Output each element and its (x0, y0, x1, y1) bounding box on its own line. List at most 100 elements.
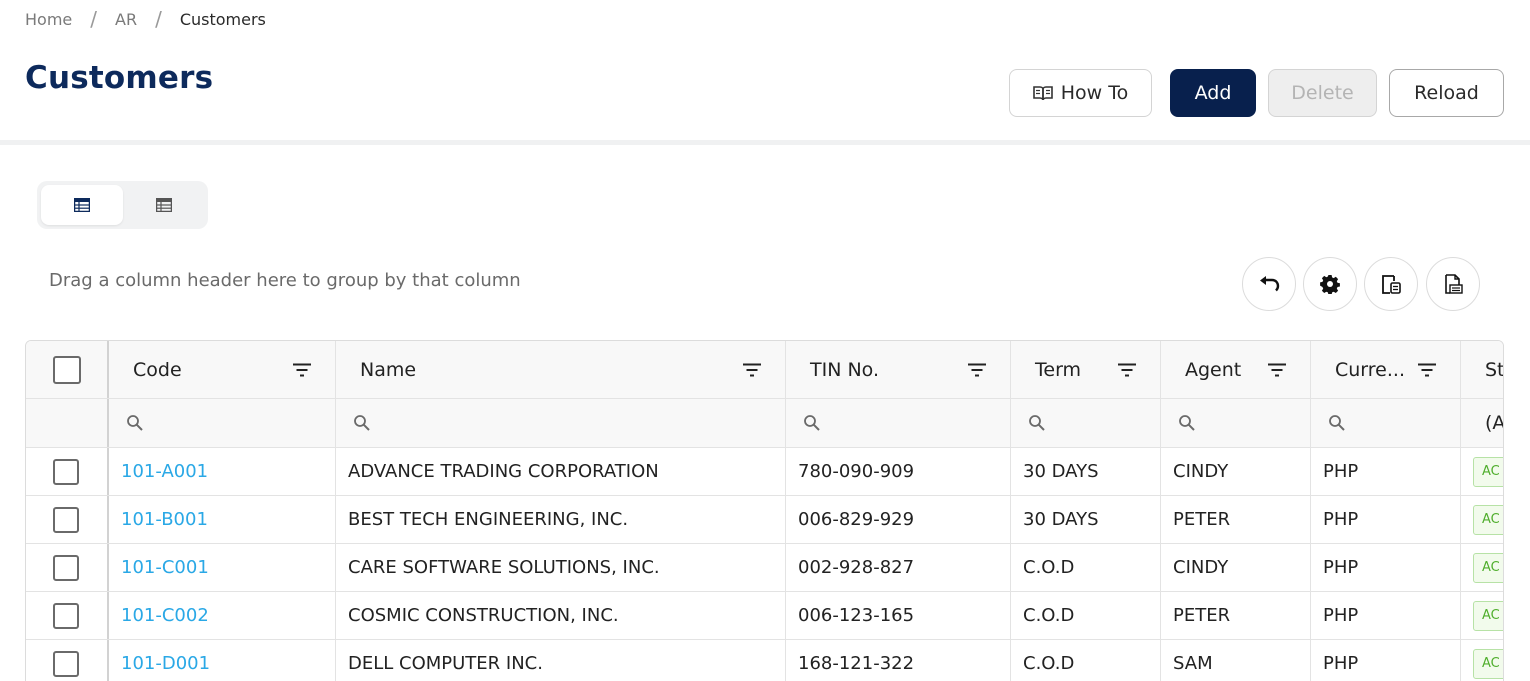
column-chooser-button[interactable] (1364, 257, 1418, 311)
filter-icon[interactable] (293, 363, 311, 377)
table-row[interactable]: 101-B001 BEST TECH ENGINEERING, INC. 006… (26, 496, 1503, 544)
status-cell: AC (1461, 544, 1503, 591)
term-cell: C.O.D (1011, 544, 1161, 591)
customer-name: DELL COMPUTER INC. (348, 653, 543, 674)
column-header-code[interactable]: Code (109, 341, 336, 398)
how-to-button[interactable]: How To (1009, 69, 1152, 117)
filter-name-input[interactable] (336, 399, 786, 447)
breadcrumb-current: Customers (179, 9, 266, 29)
column-header-label: Curre... (1335, 358, 1405, 381)
status-cell: AC (1461, 640, 1503, 681)
customer-tin: 780-090-909 (798, 461, 915, 482)
row-select-cell (26, 544, 109, 591)
customer-code-link[interactable]: 101-C002 (121, 605, 209, 626)
customers-grid: Code Name TIN No. Term Agent Curre... St (25, 340, 1504, 681)
customer-code-link[interactable]: 101-D001 (121, 653, 210, 674)
customer-name: BEST TECH ENGINEERING, INC. (348, 509, 629, 530)
table-view-button[interactable] (41, 185, 123, 225)
group-panel-hint: Drag a column header here to group by th… (49, 270, 521, 291)
row-checkbox[interactable] (53, 458, 79, 485)
status-badge: AC (1473, 504, 1503, 535)
term-cell: C.O.D (1011, 640, 1161, 681)
table-row[interactable]: 101-C001 CARE SOFTWARE SOLUTIONS, INC. 0… (26, 544, 1503, 592)
term-cell: C.O.D (1011, 592, 1161, 639)
column-header-label: Name (360, 358, 417, 381)
customer-tin: 168-121-322 (798, 653, 915, 674)
status-badge: AC (1473, 552, 1503, 583)
customer-code-link[interactable]: 101-C001 (121, 557, 209, 578)
table-view-icon (74, 198, 90, 212)
column-header-term[interactable]: Term (1011, 341, 1161, 398)
customer-code-link[interactable]: 101-A001 (121, 461, 208, 482)
column-header-label: St (1485, 358, 1504, 381)
filter-icon[interactable] (1418, 363, 1436, 377)
filter-icon[interactable] (1268, 363, 1286, 377)
row-checkbox[interactable] (53, 506, 79, 533)
column-header-status[interactable]: St (1461, 341, 1504, 398)
name-cell: DELL COMPUTER INC. (336, 640, 786, 681)
tin-cell: 168-121-322 (786, 640, 1011, 681)
filter-code-input[interactable] (109, 399, 336, 447)
customer-currency: PHP (1323, 509, 1359, 530)
breadcrumb-home[interactable]: Home (25, 10, 72, 29)
settings-button[interactable] (1303, 257, 1357, 311)
row-checkbox[interactable] (53, 554, 79, 581)
export-button[interactable] (1426, 257, 1480, 311)
name-cell: CARE SOFTWARE SOLUTIONS, INC. (336, 544, 786, 591)
breadcrumb-separator: / (90, 7, 97, 31)
customer-term: C.O.D (1023, 557, 1075, 578)
column-header-label: Code (133, 358, 182, 381)
select-all-checkbox[interactable] (52, 355, 81, 384)
customer-agent: SAM (1173, 653, 1213, 674)
filter-icon[interactable] (968, 363, 986, 377)
search-icon (1329, 415, 1345, 431)
table-row[interactable]: 101-A001 ADVANCE TRADING CORPORATION 780… (26, 448, 1503, 496)
breadcrumb-separator: / (155, 7, 162, 31)
agent-cell: PETER (1161, 592, 1311, 639)
code-cell: 101-A001 (109, 448, 336, 495)
name-cell: ADVANCE TRADING CORPORATION (336, 448, 786, 495)
customer-agent: CINDY (1173, 557, 1229, 578)
breadcrumb-ar[interactable]: AR (115, 10, 137, 29)
filter-icon[interactable] (1118, 363, 1136, 377)
column-header-name[interactable]: Name (336, 341, 786, 398)
column-header-currency[interactable]: Curre... (1311, 341, 1461, 398)
code-cell: 101-C002 (109, 592, 336, 639)
revert-button[interactable] (1242, 257, 1296, 311)
search-icon (1179, 415, 1195, 431)
list-view-button[interactable] (123, 185, 205, 225)
row-checkbox[interactable] (53, 650, 79, 677)
column-header-agent[interactable]: Agent (1161, 341, 1311, 398)
search-icon (1029, 415, 1045, 431)
filter-term-input[interactable] (1011, 399, 1161, 447)
name-cell: COSMIC CONSTRUCTION, INC. (336, 592, 786, 639)
table-row[interactable]: 101-D001 DELL COMPUTER INC. 168-121-322 … (26, 640, 1503, 681)
how-to-label: How To (1060, 82, 1129, 104)
reload-button[interactable]: Reload (1389, 69, 1504, 117)
breadcrumb: Home / AR / Customers (25, 7, 266, 31)
filter-cell-select (26, 399, 109, 447)
row-select-cell (26, 640, 109, 681)
column-header-tin[interactable]: TIN No. (786, 341, 1011, 398)
code-cell: 101-D001 (109, 640, 336, 681)
filter-tin-input[interactable] (786, 399, 1011, 447)
customer-code-link[interactable]: 101-B001 (121, 509, 208, 530)
filter-status-select[interactable]: (A (1461, 399, 1503, 447)
status-badge: AC (1473, 600, 1503, 631)
customer-tin: 002-928-827 (798, 557, 915, 578)
header-divider (0, 140, 1530, 145)
filter-icon[interactable] (743, 363, 761, 377)
delete-button[interactable]: Delete (1268, 69, 1377, 117)
select-all-cell (26, 341, 109, 398)
undo-icon (1260, 276, 1280, 292)
table-row[interactable]: 101-C002 COSMIC CONSTRUCTION, INC. 006-1… (26, 592, 1503, 640)
filter-agent-input[interactable] (1161, 399, 1311, 447)
add-button[interactable]: Add (1170, 69, 1256, 117)
row-checkbox[interactable] (53, 602, 79, 629)
term-cell: 30 DAYS (1011, 448, 1161, 495)
page-title: Customers (25, 60, 214, 96)
list-view-icon (156, 198, 172, 212)
tin-cell: 006-829-929 (786, 496, 1011, 543)
filter-currency-input[interactable] (1311, 399, 1461, 447)
tin-cell: 780-090-909 (786, 448, 1011, 495)
